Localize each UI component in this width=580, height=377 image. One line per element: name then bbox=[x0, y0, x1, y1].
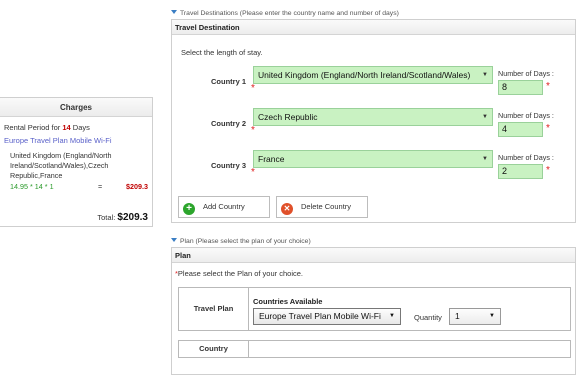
charges-title: Charges bbox=[0, 98, 152, 117]
rental-period: Rental Period for 14 Days bbox=[4, 123, 90, 132]
quantity-label: Quantity bbox=[414, 313, 442, 322]
charges-panel: Charges Rental Period for 14 Days Europe… bbox=[0, 97, 153, 227]
plan-name: Europe Travel Plan Mobile Wi-Fi bbox=[4, 136, 112, 145]
plan-select[interactable]: Europe Travel Plan Mobile Wi-Fi ▼ bbox=[253, 308, 401, 325]
dropdown-arrow-icon: ▼ bbox=[482, 72, 488, 78]
required-marker: * bbox=[251, 167, 255, 178]
add-country-button[interactable]: + Add Country bbox=[178, 196, 270, 218]
country-3-label: Country 3 bbox=[211, 161, 247, 170]
country-2-select[interactable]: Czech Republic ▼ bbox=[253, 108, 493, 126]
equals-sign: = bbox=[98, 182, 103, 191]
dropdown-arrow-icon: ▼ bbox=[489, 313, 495, 319]
dropdown-arrow-icon: ▼ bbox=[482, 114, 488, 120]
collapse-triangle-icon bbox=[171, 10, 177, 14]
days-3-input[interactable]: 2 bbox=[498, 164, 543, 179]
subtotal-value: $209.3 bbox=[126, 182, 148, 191]
country-3-select[interactable]: France ▼ bbox=[253, 150, 493, 168]
travel-section-toggle[interactable]: Travel Destinations (Please enter the co… bbox=[171, 10, 399, 17]
selected-countries: United Kingdom (England/North Ireland/Sc… bbox=[10, 151, 112, 180]
country-1-label: Country 1 bbox=[211, 77, 247, 86]
delete-country-button[interactable]: ✕ Delete Country bbox=[276, 196, 368, 218]
countries-available-label: Countries Available bbox=[253, 297, 323, 306]
travel-destination-heading: Travel Destination bbox=[172, 20, 575, 35]
days-2-label: Number of Days : bbox=[498, 111, 554, 120]
days-1-input[interactable]: 8 bbox=[498, 80, 543, 95]
travel-destination-panel: Travel Destination Select the length of … bbox=[171, 19, 576, 223]
quantity-select[interactable]: 1 ▼ bbox=[449, 308, 501, 325]
required-marker: * bbox=[546, 81, 550, 92]
required-marker: * bbox=[251, 125, 255, 136]
required-marker: * bbox=[251, 83, 255, 94]
plan-heading: Plan bbox=[172, 248, 575, 263]
dropdown-arrow-icon: ▼ bbox=[482, 156, 488, 162]
dropdown-arrow-icon: ▼ bbox=[389, 313, 395, 319]
total-label: Total: bbox=[97, 213, 118, 222]
plus-circle-icon: + bbox=[183, 203, 195, 215]
days-2-input[interactable]: 4 bbox=[498, 122, 543, 137]
total: Total: $209.3 bbox=[97, 212, 148, 223]
required-marker: * bbox=[546, 165, 550, 176]
travel-plan-label: Travel Plan bbox=[179, 288, 249, 330]
days-1-label: Number of Days : bbox=[498, 69, 554, 78]
price-calculation: 14.95 * 14 * 1 bbox=[10, 182, 54, 191]
travel-plan-table: Travel Plan Countries Available Europe T… bbox=[178, 287, 571, 331]
x-circle-icon: ✕ bbox=[281, 203, 293, 215]
plan-prompt: *Please select the Plan of your choice. bbox=[175, 269, 303, 278]
stay-instruction: Select the length of stay. bbox=[181, 48, 263, 57]
country-table: Country bbox=[178, 340, 571, 358]
required-marker: * bbox=[546, 123, 550, 134]
country-row-label: Country bbox=[179, 341, 249, 357]
rental-days: 14 bbox=[62, 123, 71, 132]
total-value: $209.3 bbox=[117, 212, 148, 223]
days-3-label: Number of Days : bbox=[498, 153, 554, 162]
country-1-select[interactable]: United Kingdom (England/North Ireland/Sc… bbox=[253, 66, 493, 84]
plan-section-toggle[interactable]: Plan (Please select the plan of your cho… bbox=[171, 238, 311, 245]
collapse-triangle-icon bbox=[171, 238, 177, 242]
plan-panel: Plan *Please select the Plan of your cho… bbox=[171, 247, 576, 375]
country-2-label: Country 2 bbox=[211, 119, 247, 128]
